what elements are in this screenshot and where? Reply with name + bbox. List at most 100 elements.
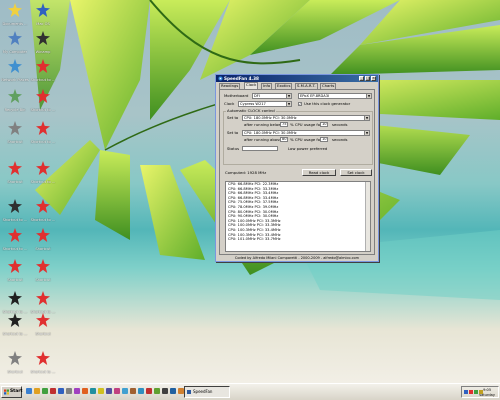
clock-list[interactable]: CPU: 66.8MHz PCI: 22.3MHz CPU: 66.8MHz PC… [225, 181, 371, 252]
shortcut-icon [36, 313, 50, 327]
desktop-icon-label: Shortcut to ... [30, 180, 56, 184]
quick-launch-icon[interactable] [98, 388, 104, 394]
set-to-label-1: Set to [227, 115, 239, 120]
cpu-usage-label: % CPU usage for [290, 122, 322, 127]
quick-launch-icon[interactable] [66, 388, 72, 394]
quick-launch-icon[interactable] [74, 388, 80, 394]
use-generator-checkbox[interactable]: ✓ [298, 102, 302, 106]
desktop-icon-label: Shortcut to ... [30, 78, 56, 82]
desktop-icon[interactable]: Shortcut to ... [23, 198, 63, 222]
shortcut-icon [8, 228, 22, 242]
clock-list-scrollbar[interactable] [365, 182, 370, 251]
footer-credits: Coded by Alfredo Milani Comparetti - 200… [234, 256, 360, 260]
quick-launch-icon[interactable] [114, 388, 120, 394]
quick-launch-icon[interactable] [162, 388, 168, 394]
status-field [242, 146, 278, 151]
desktop-icon-label: Winamp [35, 50, 51, 54]
motherboard-model-select[interactable]: EPoX EP-8RDA3I ▼ [298, 93, 372, 99]
desktop-icon[interactable]: Shortcut to ... [23, 160, 63, 184]
desktop-icon-label: Mac OS [36, 22, 50, 26]
shortcut-icon [8, 59, 22, 73]
desktop-icon-label: Shortcut to ... [30, 218, 56, 222]
shortcut-icon [8, 31, 22, 45]
shortcut-icon [8, 161, 22, 175]
chevron-down-icon: ▼ [286, 94, 291, 98]
quick-launch-icon[interactable] [146, 388, 152, 394]
shortcut-icon [8, 259, 22, 273]
use-generator-label: Use this clock generator [304, 101, 351, 106]
high-clock-value: CPU: 180.0MHz PCI: 30.0MHz [244, 131, 297, 135]
chevron-down-icon: ▼ [286, 102, 291, 106]
quick-launch-icon[interactable] [26, 388, 32, 394]
clock-day: saturday [479, 392, 495, 397]
desktop-icon[interactable]: Shortcut to ... [23, 350, 63, 374]
quick-launch-icon[interactable] [58, 388, 64, 394]
speedfan-window: SpeedFan 4.38 _ □ × Readings Clock Info … [215, 74, 379, 262]
desktop-icon[interactable]: Winamp [23, 30, 63, 54]
above-threshold-input[interactable]: 80 [280, 137, 288, 142]
desktop-icon[interactable]: Mac OS [23, 2, 63, 26]
set-clock-button[interactable]: Set clock [340, 169, 372, 176]
shortcut-icon [8, 3, 22, 17]
low-clock-value: CPU: 180.0MHz PCI: 30.0MHz [244, 116, 297, 120]
tray-icon[interactable] [474, 390, 478, 394]
motherboard-vendor-select[interactable]: DFI ▼ [252, 93, 292, 99]
desktop-icon-label: Shortcut to ... [30, 140, 56, 144]
desktop-icon-label: Shortcut to ... [30, 370, 56, 374]
shortcut-icon [36, 161, 50, 175]
quick-launch-icon[interactable] [170, 388, 176, 394]
after-running-below-label: after running below [244, 122, 282, 127]
tray-clock[interactable]: 9:05 saturday [479, 388, 495, 397]
desktop-icon[interactable]: Shortcut to ... [23, 290, 63, 314]
desktop-icon-label: Shortcut [35, 332, 51, 336]
quick-launch-icon[interactable] [106, 388, 112, 394]
shortcut-icon [8, 89, 22, 103]
speedfan-app-icon [218, 76, 223, 81]
after-running-above-label: after running above [244, 137, 282, 142]
desktop-icon[interactable]: Shortcut [23, 312, 63, 336]
desktop-icon[interactable]: Shortcut to ... [23, 58, 63, 82]
below-threshold-input[interactable]: 75 [280, 122, 288, 127]
desktop-icon-label: Shortcut [35, 247, 51, 251]
low-clock-select[interactable]: CPU: 180.0MHz PCI: 30.0MHz ▼ [242, 115, 370, 121]
desktop-icon[interactable]: Shortcut to ... [23, 120, 63, 144]
desktop-icon[interactable]: Shortcut to ... [23, 88, 63, 112]
list-item[interactable]: CPU: 101.0MHz PCI: 33.7MHz [226, 237, 370, 242]
high-clock-select[interactable]: CPU: 180.0MHz PCI: 30.0MHz ▼ [242, 130, 370, 136]
read-clock-button[interactable]: Read clock [302, 169, 336, 176]
computed-clock-label: Computed: 1928 MHz [225, 170, 267, 175]
quick-launch-icon[interactable] [138, 388, 144, 394]
quick-launch-icon[interactable] [122, 388, 128, 394]
tray-icon[interactable] [469, 390, 473, 394]
start-button[interactable]: Start [1, 386, 23, 398]
clock-generator-select[interactable]: Cypress W217 ▼ [238, 101, 292, 107]
quick-launch-icon[interactable] [42, 388, 48, 394]
maximize-button[interactable]: □ [365, 76, 370, 81]
motherboard-label: Motherboard [224, 93, 249, 98]
tray-icon[interactable] [464, 390, 468, 394]
quick-launch-icon[interactable] [90, 388, 96, 394]
status-label: Status [227, 146, 240, 151]
desktop-icon[interactable]: Shortcut [23, 258, 63, 282]
tab-clock[interactable]: Clock [244, 82, 259, 89]
quick-launch-icon[interactable] [82, 388, 88, 394]
quick-launch-icon[interactable] [50, 388, 56, 394]
quick-launch-icon[interactable] [130, 388, 136, 394]
quick-launch-icon[interactable] [154, 388, 160, 394]
desktop-icon-label: Shortcut [35, 278, 51, 282]
minimize-button[interactable]: _ [359, 76, 364, 81]
below-seconds-input[interactable]: 10 [320, 122, 328, 127]
title-bar[interactable]: SpeedFan 4.38 _ □ × [216, 75, 378, 82]
seconds-label-1: seconds [332, 122, 348, 127]
shortcut-icon [36, 3, 50, 17]
system-tray: 9:05 saturday [461, 386, 499, 398]
desktop-icon[interactable]: Shortcut [23, 227, 63, 251]
clock-list-rows: CPU: 66.8MHz PCI: 22.3MHz CPU: 66.8MHz PC… [226, 182, 370, 242]
close-button[interactable]: × [371, 76, 376, 81]
clock-tab-panel: Motherboard DFI ▼ EPoX EP-8RDA3I ▼ Clock… [219, 89, 375, 255]
desktop: Documents ... Mac OS My Computer Winamp Netw… [0, 0, 500, 383]
quick-launch-icon[interactable] [34, 388, 40, 394]
taskbar-button-speedfan[interactable]: SpeedFan [184, 386, 230, 398]
above-seconds-input[interactable]: 10 [320, 137, 328, 142]
seconds-label-2: seconds [332, 137, 348, 142]
